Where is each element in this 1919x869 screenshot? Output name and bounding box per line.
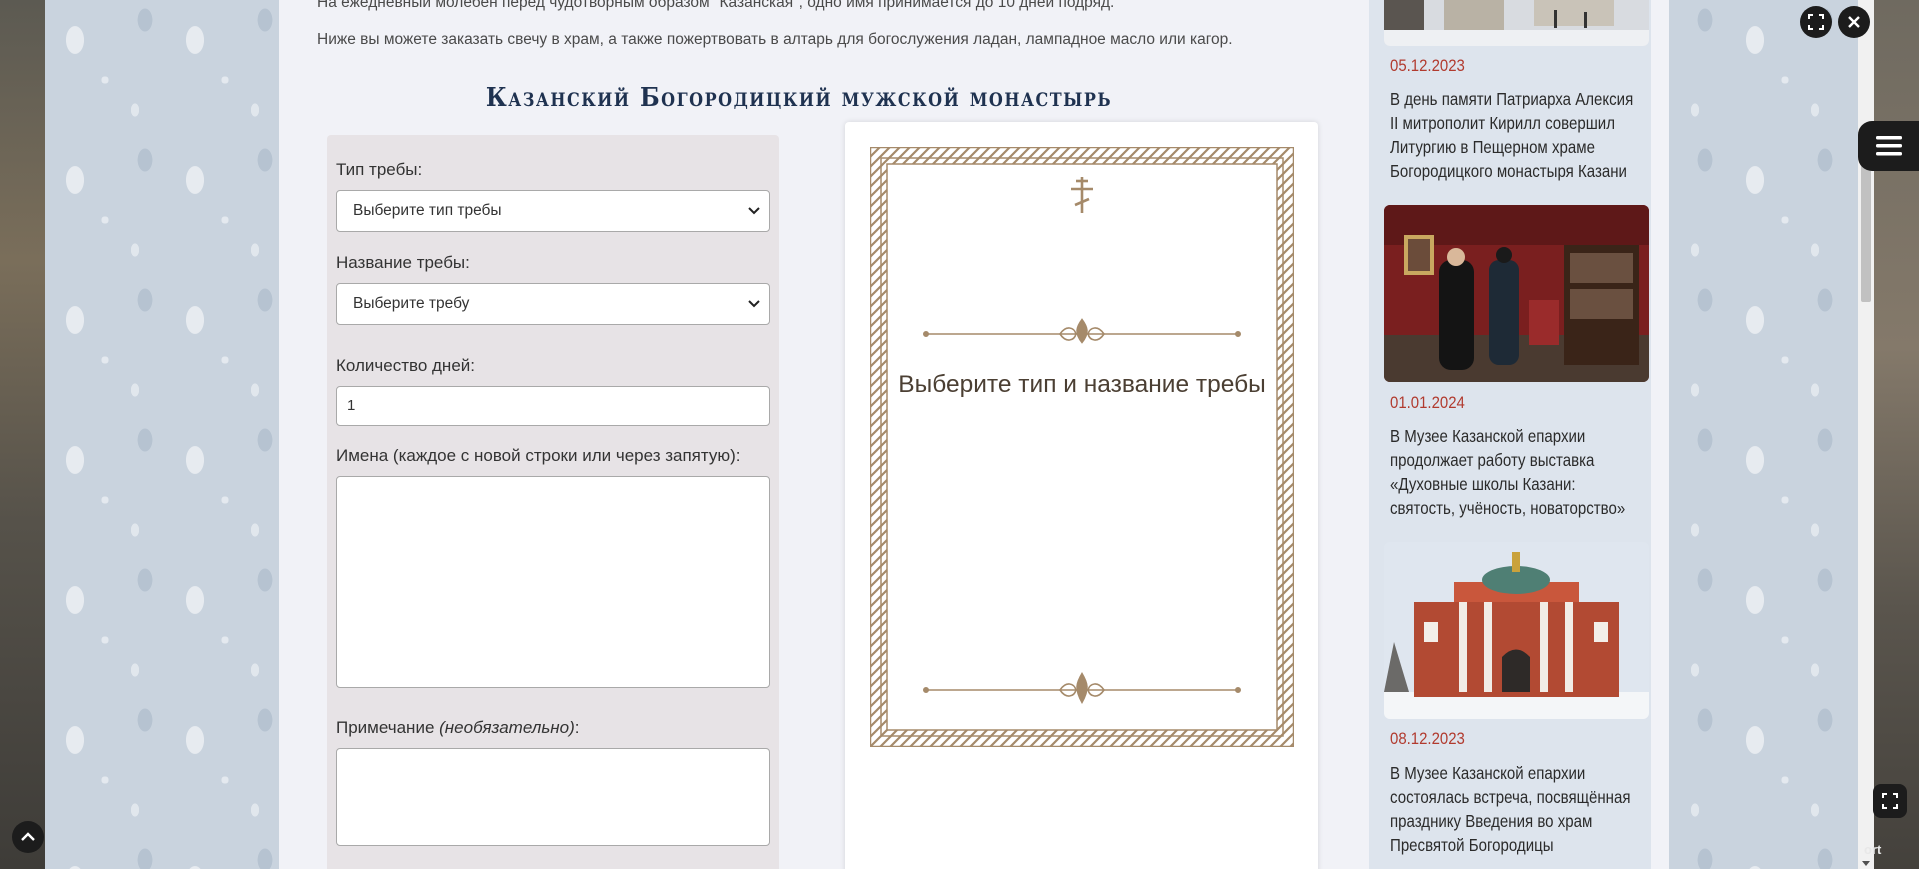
name-select[interactable]: Выберите требу — [336, 283, 770, 325]
ornamental-border — [869, 146, 1295, 748]
news-image[interactable] — [1384, 205, 1649, 382]
order-form: Тип требы: Выберите тип требы Название т… — [327, 135, 779, 869]
type-label: Тип требы: — [336, 160, 423, 179]
names-textarea[interactable] — [336, 476, 770, 688]
fullscreen-icon — [1808, 14, 1824, 30]
name-label: Название требы: — [336, 253, 470, 272]
expand-icon — [1882, 793, 1898, 809]
news-title-link[interactable]: В Музее Казанской епархии состоялась вст… — [1390, 761, 1639, 857]
news-image[interactable] — [1384, 542, 1649, 719]
news-date: 08.12.2023 — [1390, 729, 1465, 748]
expand-button[interactable] — [1873, 784, 1907, 818]
chevron-down-icon — [747, 284, 761, 324]
news-image[interactable] — [1384, 0, 1649, 46]
note-label-text: Примечание — [336, 718, 435, 737]
chevron-up-icon — [21, 832, 35, 841]
close-icon — [1848, 16, 1860, 28]
chevron-down-icon — [747, 191, 761, 231]
close-button[interactable] — [1838, 6, 1870, 38]
main-content: На ежедневный молебен перед чудотворным … — [279, 0, 1669, 869]
intro-text-1: На ежедневный молебен перед чудотворным … — [317, 0, 1115, 11]
preview-card: Выберите тип и название требы — [845, 122, 1318, 869]
intro-text-2: Ниже вы можете заказать свечу в храм, а … — [317, 31, 1233, 48]
fullscreen-button[interactable] — [1800, 6, 1832, 38]
side-menu-button[interactable] — [1858, 121, 1919, 171]
page-viewport: На ежедневный молебен перед чудотворным … — [45, 0, 1874, 869]
news-sidebar: 05.12.2023 В день памяти Патриарха Алекс… — [1369, 0, 1651, 869]
news-title-link[interactable]: В день памяти Патриарха Алексия II митро… — [1390, 87, 1639, 183]
news-date: 05.12.2023 — [1390, 56, 1465, 75]
note-optional-text: (необязательно) — [439, 718, 575, 737]
corner-label: ort — [1864, 842, 1882, 857]
news-title-link[interactable]: В Музее Казанской епархии продолжает раб… — [1390, 424, 1639, 520]
name-select-value: Выберите требу — [353, 295, 470, 312]
background-left-edge — [0, 0, 45, 869]
names-label: Имена (каждое с новой строки или через з… — [336, 446, 741, 465]
scroll-down-arrow-icon[interactable] — [1862, 861, 1870, 866]
hamburger-menu-icon — [1875, 136, 1902, 156]
scroll-top-button[interactable] — [12, 821, 44, 853]
days-label: Количество дней: — [336, 356, 475, 375]
days-input[interactable]: 1 — [336, 386, 770, 426]
type-select[interactable]: Выберите тип требы — [336, 190, 770, 232]
note-textarea[interactable] — [336, 748, 770, 846]
type-select-value: Выберите тип требы — [353, 202, 502, 219]
news-date: 01.01.2024 — [1390, 393, 1465, 412]
certificate-frame: Выберите тип и название требы — [869, 146, 1295, 748]
note-label: Примечание (необязательно): — [336, 718, 579, 738]
note-label-colon: : — [574, 718, 580, 737]
preview-message: Выберите тип и название требы — [898, 371, 1266, 398]
monastery-title: Казанский Богородицкий мужской монастырь — [485, 81, 1113, 114]
